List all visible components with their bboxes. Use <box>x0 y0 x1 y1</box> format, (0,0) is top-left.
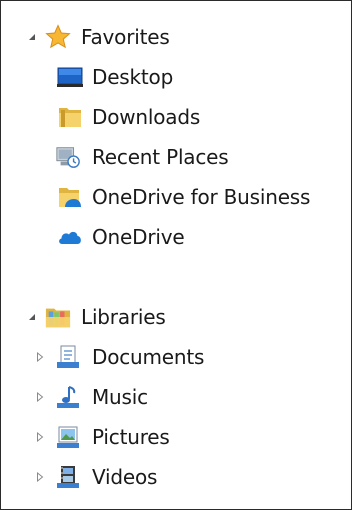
collapsed-arrow-icon[interactable] <box>35 432 45 442</box>
nav-item-label: Pictures <box>92 425 170 449</box>
nav-group-label: Favorites <box>81 25 170 49</box>
nav-item-videos[interactable]: Videos <box>1 457 351 497</box>
nav-item-label: Videos <box>92 465 158 489</box>
nav-group-label: Libraries <box>81 305 166 329</box>
collapsed-arrow-icon[interactable] <box>35 352 45 362</box>
nav-item-label: Music <box>92 385 148 409</box>
nav-item-onedrive[interactable]: OneDrive <box>1 217 351 257</box>
desktop-icon <box>57 64 83 90</box>
nav-item-label: Downloads <box>92 105 201 129</box>
collapsed-arrow-icon[interactable] <box>35 392 45 402</box>
nav-group-favorites[interactable]: Favorites <box>1 17 351 57</box>
music-library-icon <box>55 384 81 410</box>
nav-item-music[interactable]: Music <box>1 377 351 417</box>
pictures-library-icon <box>55 424 81 450</box>
videos-library-icon <box>55 464 81 490</box>
nav-item-label: OneDrive <box>92 225 185 249</box>
documents-library-icon <box>55 344 81 370</box>
nav-item-label: Documents <box>92 345 205 369</box>
nav-item-label: Recent Places <box>92 145 229 169</box>
expanded-arrow-icon[interactable] <box>27 312 37 322</box>
nav-item-pictures[interactable]: Pictures <box>1 417 351 457</box>
favorites-star-icon <box>45 24 71 50</box>
nav-item-desktop[interactable]: Desktop <box>1 57 351 97</box>
nav-item-downloads[interactable]: Downloads <box>1 97 351 137</box>
expanded-arrow-icon[interactable] <box>27 32 37 42</box>
nav-item-documents[interactable]: Documents <box>1 337 351 377</box>
downloads-folder-icon <box>57 104 83 130</box>
navigation-pane: Favorites Desktop Downloads Recent Place… <box>0 0 352 510</box>
collapsed-arrow-icon[interactable] <box>35 472 45 482</box>
nav-item-recent-places[interactable]: Recent Places <box>1 137 351 177</box>
nav-item-label: OneDrive for Business <box>92 185 311 209</box>
nav-item-label: Desktop <box>92 65 174 89</box>
onedrive-cloud-icon <box>57 224 83 250</box>
nav-group-libraries[interactable]: Libraries <box>1 297 351 337</box>
nav-item-onedrive-for-business[interactable]: OneDrive for Business <box>1 177 351 217</box>
onedrive-for-business-icon <box>57 184 83 210</box>
recent-places-icon <box>55 144 81 170</box>
libraries-icon <box>45 304 71 330</box>
